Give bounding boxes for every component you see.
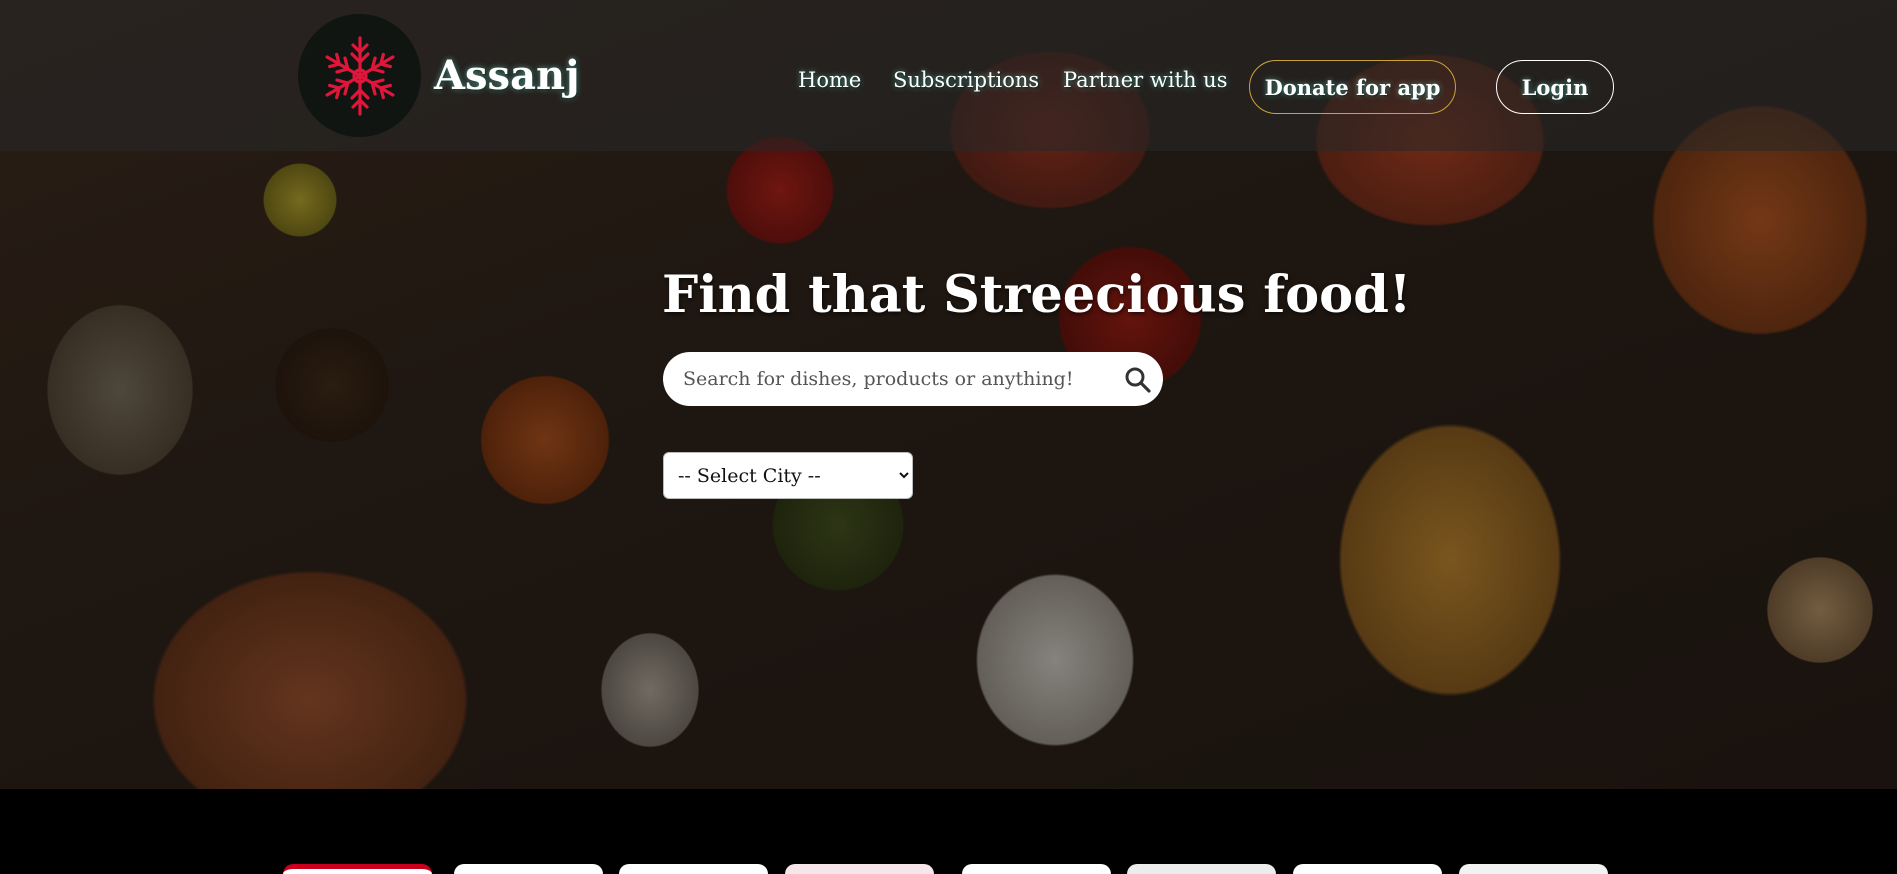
- logo[interactable]: [298, 14, 421, 137]
- search-icon[interactable]: [1123, 365, 1153, 395]
- search-input[interactable]: [683, 352, 1103, 406]
- featured-card[interactable]: [1127, 864, 1276, 874]
- login-button[interactable]: Login: [1496, 60, 1614, 114]
- top-navbar: Assanj Home Subscriptions Partner with u…: [0, 0, 1897, 151]
- featured-card[interactable]: [454, 864, 603, 874]
- hero-headline: Find that Streecious food!: [662, 265, 1412, 325]
- featured-card[interactable]: [619, 864, 768, 874]
- featured-card[interactable]: [962, 864, 1111, 874]
- nav-home-link[interactable]: Home: [798, 68, 861, 92]
- featured-card[interactable]: [785, 864, 934, 874]
- brand-name[interactable]: Assanj: [434, 52, 580, 99]
- featured-card[interactable]: [1293, 864, 1442, 874]
- nav-partner-link[interactable]: Partner with us: [1063, 68, 1227, 92]
- featured-card[interactable]: [1459, 864, 1608, 874]
- nav-subscriptions-link[interactable]: Subscriptions: [893, 68, 1039, 92]
- featured-card[interactable]: [283, 864, 432, 874]
- featured-section: [0, 789, 1897, 874]
- city-select[interactable]: -- Select City --: [663, 452, 913, 499]
- donate-button[interactable]: Donate for app: [1249, 60, 1456, 114]
- snowflake-icon: [320, 35, 399, 116]
- search-bar: [663, 352, 1163, 406]
